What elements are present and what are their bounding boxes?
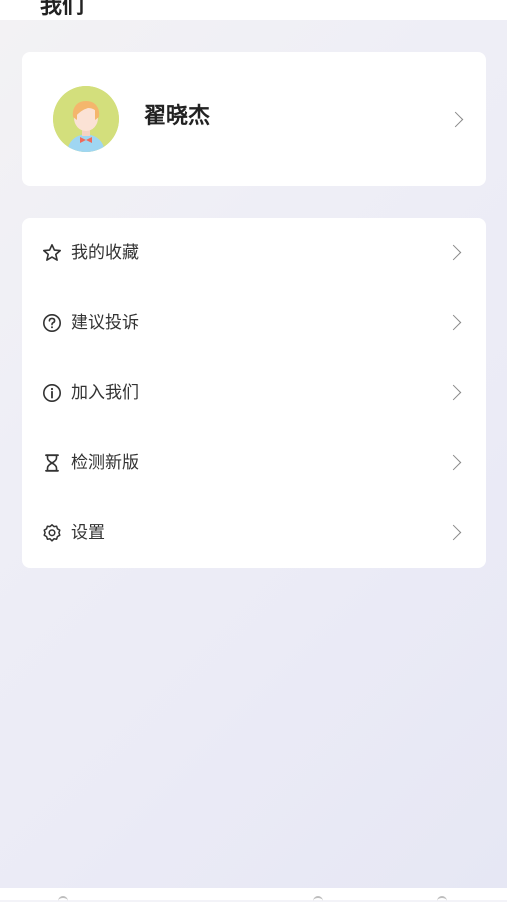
menu-list: 我的收藏 建议投诉 加入我们 检测新版 设置 xyxy=(22,218,486,568)
chevron-right-icon xyxy=(447,111,464,128)
chevron-right-icon xyxy=(445,244,462,261)
menu-item-favorites[interactable]: 我的收藏 xyxy=(22,218,486,288)
avatar[interactable] xyxy=(53,86,119,152)
page-title-fragment: 我们 xyxy=(40,0,85,19)
tab-bar-icon-edge xyxy=(313,896,323,902)
chevron-right-icon xyxy=(445,384,462,401)
menu-item-label: 设置 xyxy=(71,523,105,543)
menu-item-settings[interactable]: 设置 xyxy=(22,498,486,568)
chevron-right-icon xyxy=(445,454,462,471)
menu-item-label: 建议投诉 xyxy=(71,313,139,333)
menu-item-check-update[interactable]: 检测新版 xyxy=(22,428,486,498)
tab-bar-icon-edge xyxy=(437,896,447,902)
chevron-right-icon xyxy=(445,524,462,541)
tab-bar-icon-edge xyxy=(58,896,68,902)
menu-item-label: 我的收藏 xyxy=(71,243,139,263)
question-circle-icon xyxy=(42,313,62,333)
info-circle-icon xyxy=(42,383,62,403)
top-bar: 我们 xyxy=(0,0,507,20)
cartoon-child-avatar-icon xyxy=(53,86,119,152)
menu-item-label: 检测新版 xyxy=(71,453,139,473)
chevron-right-icon xyxy=(445,314,462,331)
menu-item-label: 加入我们 xyxy=(71,383,139,403)
bottom-tab-bar xyxy=(0,888,507,900)
star-icon xyxy=(42,243,62,263)
profile-name: 翟晓杰 xyxy=(144,104,211,129)
hourglass-icon xyxy=(42,453,62,473)
menu-item-feedback[interactable]: 建议投诉 xyxy=(22,288,486,358)
profile-card[interactable]: 翟晓杰 xyxy=(22,52,486,186)
menu-item-join-us[interactable]: 加入我们 xyxy=(22,358,486,428)
gear-icon xyxy=(42,523,62,543)
